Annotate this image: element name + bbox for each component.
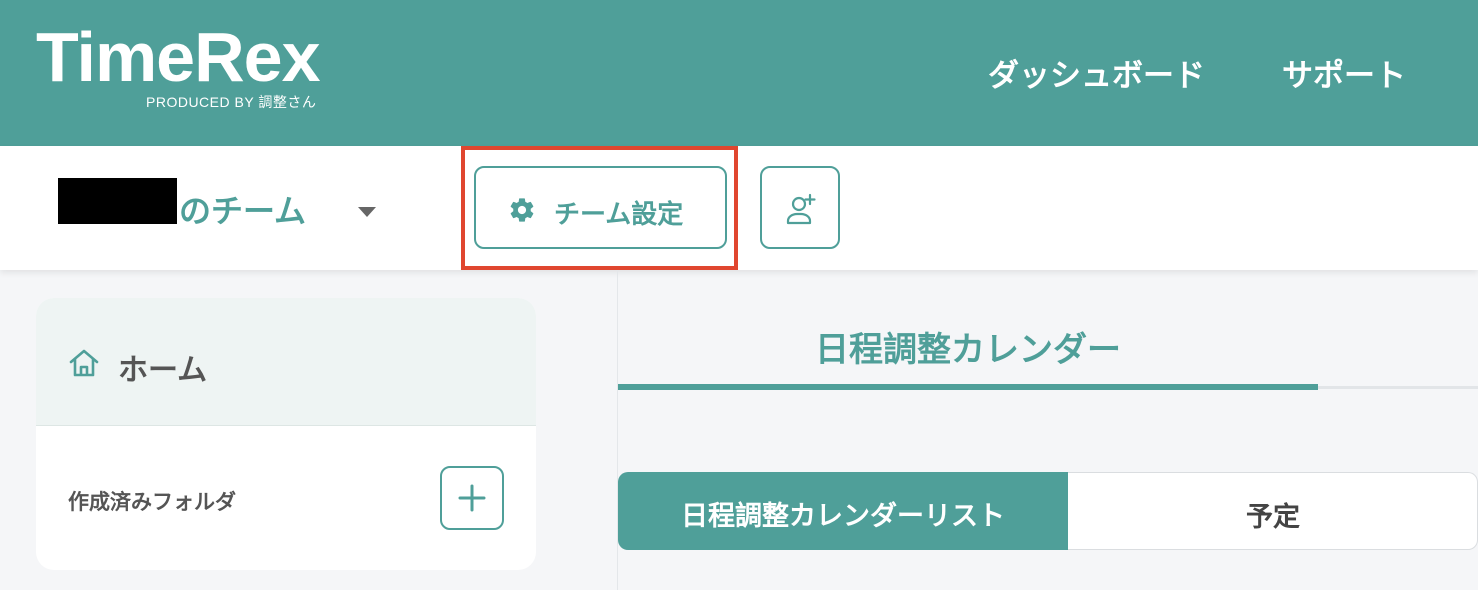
redacted-team-name (58, 178, 177, 224)
sidebar-item-home-label: ホーム (118, 353, 208, 388)
team-name-label[interactable]: のチーム (179, 186, 306, 232)
gear-icon (510, 198, 534, 222)
segment-schedule[interactable]: 予定 (1068, 472, 1478, 550)
nav-support-link[interactable]: サポート (1282, 50, 1406, 95)
timerex-logo[interactable]: TimeRex (36, 22, 321, 92)
app-header: TimeRex PRODUCED BY 調整さん ダッシュボード サポート (0, 0, 1478, 146)
add-user-icon (786, 193, 816, 225)
add-member-button[interactable] (760, 166, 840, 249)
tab-track (1318, 386, 1478, 389)
team-bar: のチーム チーム設定 (0, 146, 1478, 270)
home-icon (69, 349, 99, 377)
sidebar-panel: ホーム 作成済みフォルダ (36, 298, 536, 570)
sidebar-item-home[interactable]: ホーム (36, 298, 536, 426)
add-folder-button[interactable] (440, 466, 504, 530)
tab-active-indicator (618, 384, 1318, 390)
team-settings-label: チーム設定 (554, 200, 684, 230)
team-settings-button[interactable]: チーム設定 (474, 166, 727, 249)
logo-subtitle: PRODUCED BY 調整さん (146, 94, 317, 110)
plus-icon (458, 484, 486, 512)
created-folders-label: 作成済みフォルダ (68, 490, 236, 514)
segment-schedule-label: 予定 (1246, 502, 1300, 533)
nav-dashboard-link[interactable]: ダッシュボード (988, 50, 1205, 95)
tab-scheduling-calendar[interactable]: 日程調整カレンダー (618, 322, 1318, 371)
segment-calendar-list-label: 日程調整カレンダーリスト (681, 501, 1005, 532)
segment-calendar-list[interactable]: 日程調整カレンダーリスト (618, 472, 1068, 550)
team-dropdown-caret-icon[interactable] (358, 207, 376, 217)
